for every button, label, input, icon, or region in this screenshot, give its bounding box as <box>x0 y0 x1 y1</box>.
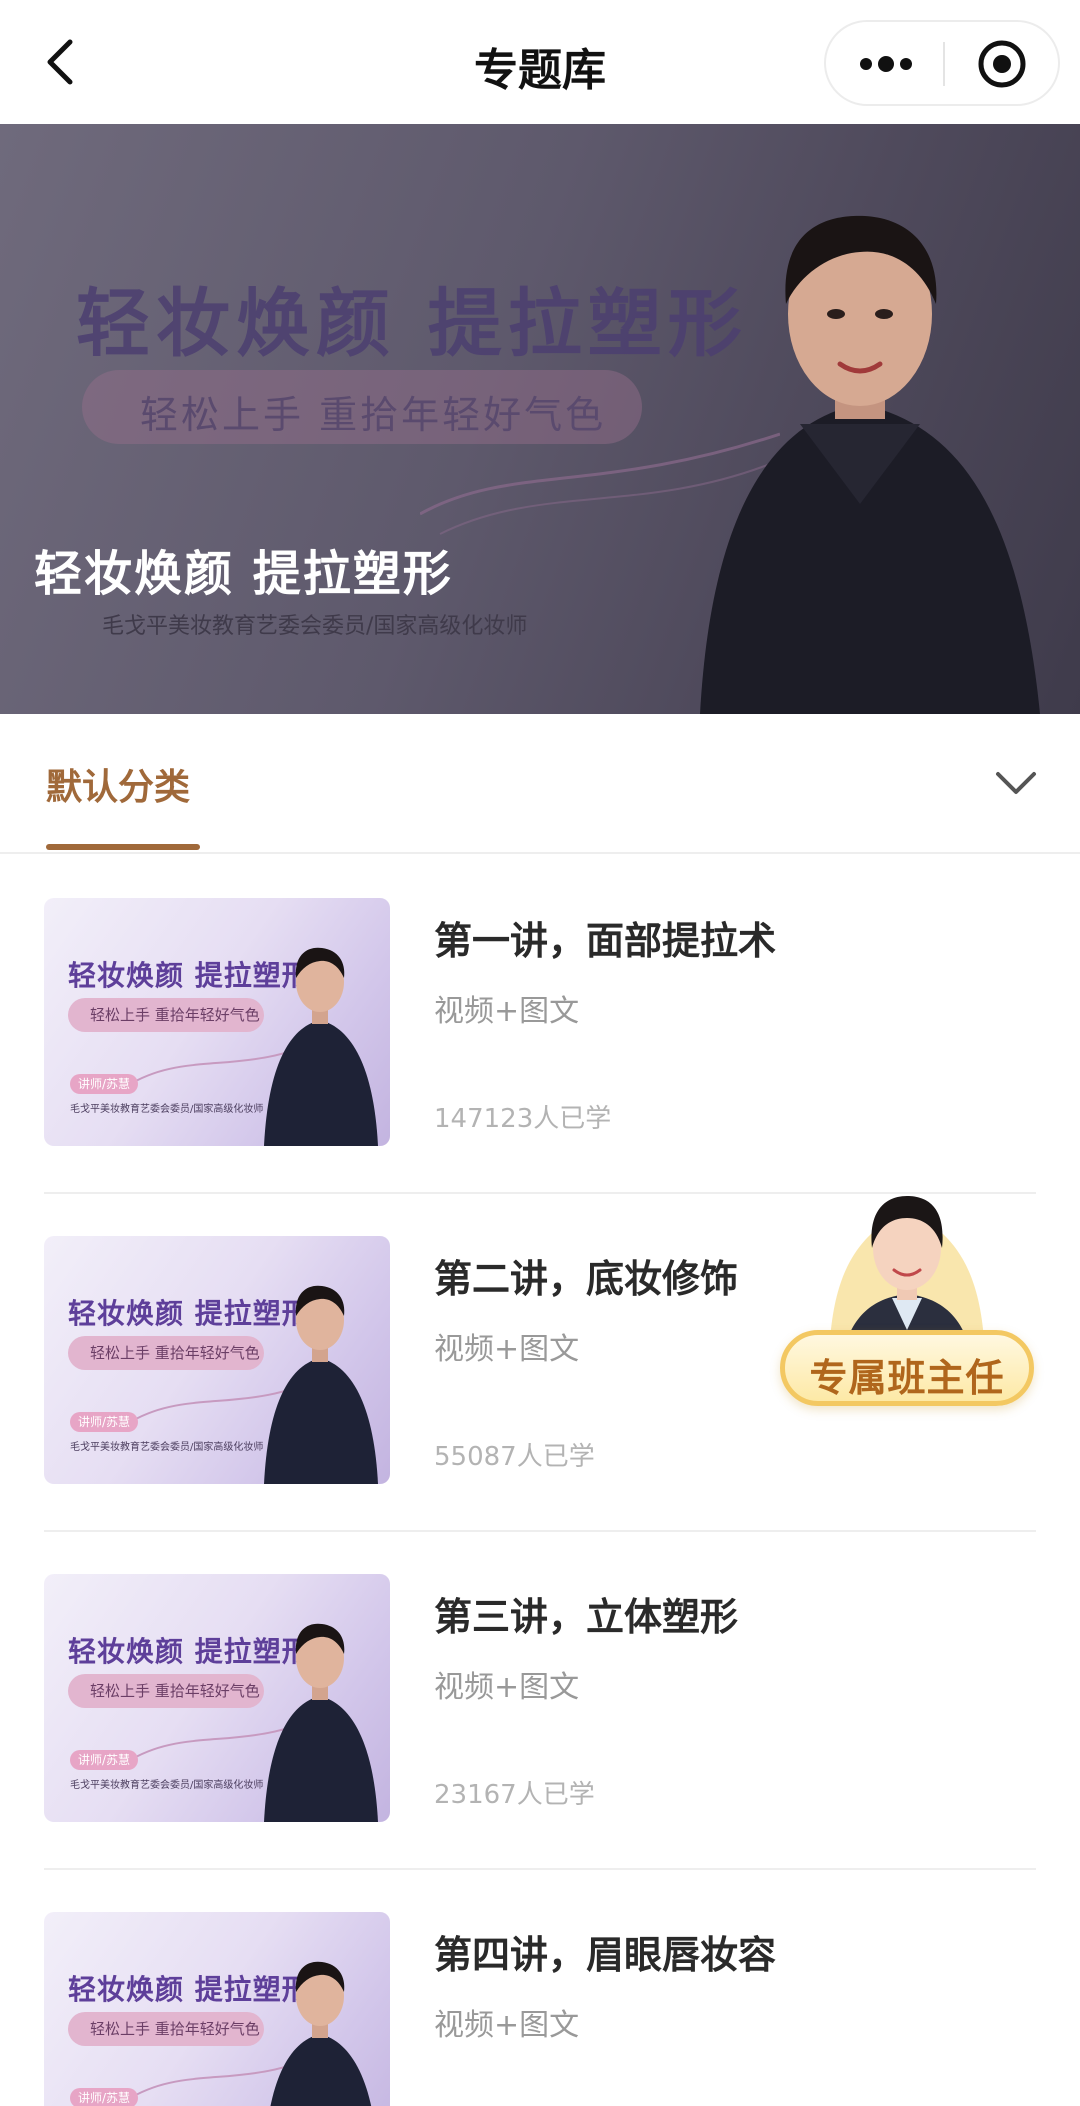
thumbnail-tag: 讲师/苏慧 <box>70 2088 139 2106</box>
lesson-title: 第四讲，眉眼唇妆容 <box>434 1933 777 1977</box>
lesson-learner-count: 55087人已学 <box>434 1442 595 1472</box>
more-icon[interactable] <box>826 22 944 106</box>
thumbnail-description: 毛戈平美妆教育艺委会委员/国家高级化妆师 <box>70 1442 264 1453</box>
tab-default-category[interactable]: 默认分类 <box>46 758 190 810</box>
advisor-label-frame: 专属班主任 <box>780 1330 1034 1406</box>
lesson-item[interactable]: 轻妆焕颜 提拉塑形 轻松上手 重拾年轻好气色 讲师/苏慧 毛戈平美妆教育艺委会委… <box>0 1870 1080 2106</box>
thumbnail-description: 毛戈平美妆教育艺委会委员/国家高级化妆师 <box>70 1104 264 1115</box>
category-tabbar: 默认分类 <box>0 714 1080 854</box>
lesson-thumbnail: 轻妆焕颜 提拉塑形 轻松上手 重拾年轻好气色 讲师/苏慧 毛戈平美妆教育艺委会委… <box>44 1574 390 1822</box>
lesson-list: 轻妆焕颜 提拉塑形 轻松上手 重拾年轻好气色 讲师/苏慧 毛戈平美妆教育艺委会委… <box>0 856 1080 2106</box>
thumbnail-subtitle: 轻松上手 重拾年轻好气色 <box>90 1344 260 1362</box>
banner-title: 轻妆焕颜 提拉塑形 <box>34 546 453 602</box>
instructor-thumbnail-photo <box>270 1961 372 2106</box>
thumbnail-subtitle: 轻松上手 重拾年轻好气色 <box>90 1682 260 1700</box>
advisor-label: 专属班主任 <box>809 1356 1005 1400</box>
mini-program-capsule <box>824 20 1060 106</box>
lesson-item[interactable]: 轻妆焕颜 提拉塑形 轻松上手 重拾年轻好气色 讲师/苏慧 毛戈平美妆教育艺委会委… <box>0 1532 1080 1870</box>
lesson-thumbnail: 轻妆焕颜 提拉塑形 轻松上手 重拾年轻好气色 讲师/苏慧 毛戈平美妆教育艺委会委… <box>44 1912 390 2106</box>
instructor-photo <box>700 215 1040 714</box>
thumbnail-subtitle: 轻松上手 重拾年轻好气色 <box>90 1006 260 1024</box>
exclusive-advisor-button[interactable]: 专属班主任 <box>780 1170 1034 1416</box>
lesson-item[interactable]: 轻妆焕颜 提拉塑形 轻松上手 重拾年轻好气色 讲师/苏慧 毛戈平美妆教育艺委会委… <box>0 856 1080 1194</box>
thumbnail-subtitle: 轻松上手 重拾年轻好气色 <box>90 2020 260 2038</box>
thumbnail-description: 毛戈平美妆教育艺委会委员/国家高级化妆师 <box>70 1780 264 1791</box>
navigation-bar: 专题库 <box>0 0 1080 124</box>
thumbnail-tag: 讲师/苏慧 <box>70 1750 139 1770</box>
instructor-thumbnail-photo <box>264 1285 378 1484</box>
lesson-thumbnail: 轻妆焕颜 提拉塑形 轻松上手 重拾年轻好气色 讲师/苏慧 毛戈平美妆教育艺委会委… <box>44 898 390 1146</box>
lesson-type: 视频+图文 <box>434 994 580 1029</box>
tab-active-indicator <box>46 844 200 850</box>
instructor-thumbnail-photo <box>264 947 378 1146</box>
banner-description: 毛戈平美妆教育艺委会委员/国家高级化妆师 <box>102 614 528 639</box>
lesson-type: 视频+图文 <box>434 1332 580 1367</box>
lesson-learner-count: 147123人已学 <box>434 1104 612 1134</box>
thumbnail-tag: 讲师/苏慧 <box>70 1412 139 1432</box>
lesson-thumbnail: 轻妆焕颜 提拉塑形 轻松上手 重拾年轻好气色 讲师/苏慧 毛戈平美妆教育艺委会委… <box>44 1236 390 1484</box>
close-target-icon[interactable] <box>945 22 1060 106</box>
instructor-thumbnail-photo <box>264 1623 378 1822</box>
lesson-learner-count: 23167人已学 <box>434 1780 595 1810</box>
lesson-title: 第三讲，立体塑形 <box>434 1595 739 1639</box>
lesson-title: 第二讲，底妆修饰 <box>434 1257 739 1301</box>
thumbnail-tag: 讲师/苏慧 <box>70 1074 139 1094</box>
lesson-title: 第一讲，面部提拉术 <box>434 919 777 963</box>
topic-banner[interactable]: 轻妆焕颜 提拉塑形 轻松上手 重拾年轻好气色 轻妆焕颜 提拉塑形 毛戈平美妆教育… <box>0 124 1080 714</box>
lesson-type: 视频+图文 <box>434 2008 580 2043</box>
lesson-type: 视频+图文 <box>434 1670 580 1705</box>
chevron-down-icon[interactable] <box>990 762 1042 802</box>
